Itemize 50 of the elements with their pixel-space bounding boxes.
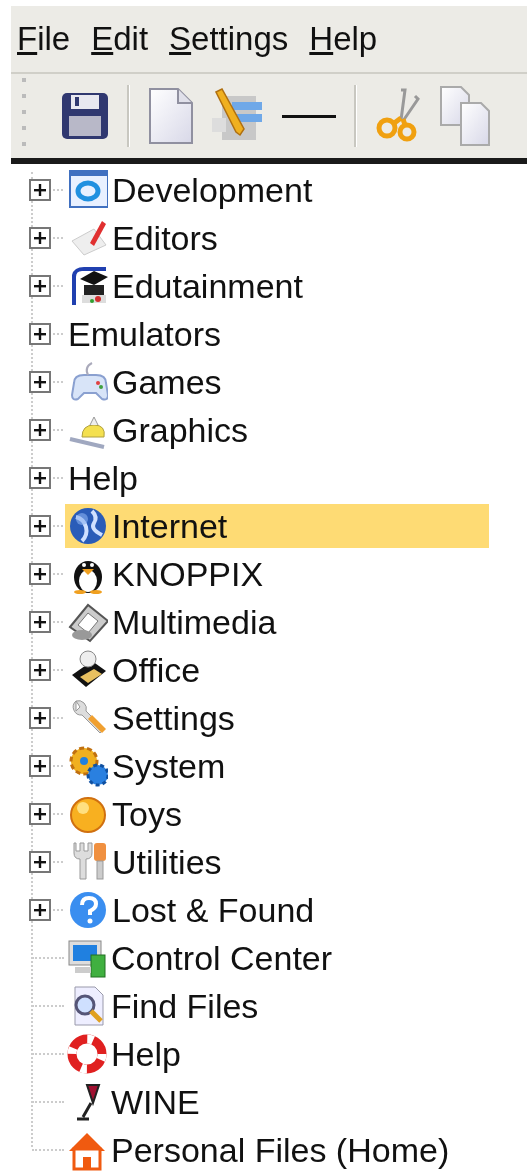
menu-item[interactable]: Help — [307, 20, 397, 58]
expander-icon[interactable] — [29, 467, 51, 489]
tree-item[interactable]: Lost & Found — [65, 888, 319, 932]
expander-icon[interactable] — [29, 323, 51, 345]
tree-item[interactable]: Office — [65, 648, 205, 692]
tree-item[interactable]: Personal Files (Home) — [64, 1128, 454, 1171]
menu-item[interactable]: Edit — [89, 20, 168, 58]
expander-icon[interactable] — [29, 899, 51, 921]
menu-item[interactable]: Settings — [167, 20, 308, 58]
expander-icon[interactable] — [29, 179, 51, 201]
tree-item[interactable]: Help — [64, 1032, 185, 1076]
save-icon[interactable] — [61, 92, 109, 140]
tree-item[interactable]: Internet — [65, 504, 489, 548]
expander-icon[interactable] — [29, 371, 51, 393]
tree-item[interactable]: Games — [65, 360, 226, 404]
tree-item[interactable]: WINE — [64, 1080, 204, 1124]
expander-icon[interactable] — [29, 707, 51, 729]
gears-icon — [68, 745, 108, 787]
gamepad-icon — [68, 361, 108, 403]
tree-item[interactable]: Graphics — [65, 408, 253, 452]
expander-icon[interactable] — [29, 611, 51, 633]
tree-item[interactable]: Editors — [65, 216, 222, 260]
tree-item[interactable]: Settings — [65, 696, 239, 740]
tree-item[interactable]: Utilities — [65, 840, 226, 884]
tree-item[interactable]: Edutainment — [65, 264, 307, 308]
lifebuoy-icon — [67, 1033, 107, 1075]
expander-icon[interactable] — [29, 227, 51, 249]
tree-item[interactable]: Toys — [65, 792, 186, 836]
monitor-icon — [67, 937, 107, 979]
expander-icon[interactable] — [29, 851, 51, 873]
menu-item[interactable]: File — [15, 20, 90, 58]
expander-icon[interactable] — [29, 755, 51, 777]
expander-icon[interactable] — [29, 659, 51, 681]
expander-icon[interactable] — [29, 803, 51, 825]
tree-item[interactable]: Help — [65, 456, 142, 500]
expander-icon[interactable] — [29, 419, 51, 441]
tree-item[interactable]: Development — [65, 168, 317, 212]
document-icon[interactable] — [148, 87, 194, 145]
tree-item[interactable]: System — [65, 744, 230, 788]
tree-item[interactable]: Emulators — [65, 312, 226, 356]
expander-icon[interactable] — [29, 275, 51, 297]
tree-item[interactable]: Multimedia — [65, 600, 281, 644]
question-icon — [68, 889, 108, 931]
expander-icon[interactable] — [29, 563, 51, 585]
tree-item[interactable]: Control Center — [64, 936, 337, 980]
expander-icon[interactable] — [29, 515, 51, 537]
tree-item[interactable]: KNOPPIX — [65, 552, 268, 596]
tree-item[interactable]: Find Files — [64, 984, 263, 1028]
window-icon — [68, 169, 108, 211]
globe-icon — [68, 505, 108, 547]
